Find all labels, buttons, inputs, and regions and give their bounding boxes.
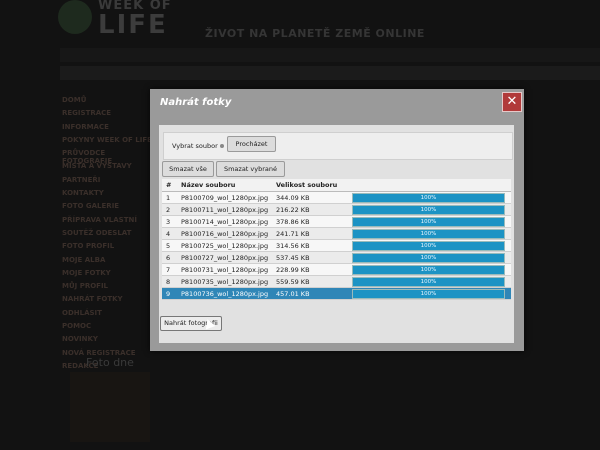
column-header-filesize: Velikost souboru — [276, 181, 338, 189]
row-number: 8 — [166, 278, 171, 286]
sidebar-menu-item: NOVINKY — [62, 335, 98, 344]
row-number: 7 — [166, 266, 171, 274]
row-number: 6 — [166, 254, 171, 262]
delete-selected-button[interactable]: Smazat vybrané — [216, 161, 285, 177]
row-number: 4 — [166, 230, 171, 238]
site-tagline: ŽIVOT NA PLANETĚ ZEMĚ ONLINE — [205, 27, 425, 40]
upload-progress-bar: 100% — [352, 253, 505, 263]
row-filename: P8100714_wol_1280px.jpg — [181, 218, 269, 226]
row-filename: P8100709_wol_1280px.jpg — [181, 194, 269, 202]
delete-all-button[interactable]: Smazat vše — [162, 161, 214, 177]
table-row[interactable]: 6 P8100727_wol_1280px.jpg 537.45 KB 100% — [162, 252, 511, 264]
table-row-selected[interactable]: 9 P8100736_wol_1280px.jpg 457.01 KB 100% — [162, 288, 511, 300]
table-row[interactable]: 4 P8100716_wol_1280px.jpg 241.71 KB 100% — [162, 228, 511, 240]
progress-text: 100% — [420, 195, 437, 201]
table-row[interactable]: 8 P8100735_wol_1280px.jpg 559.59 KB 100% — [162, 276, 511, 288]
table-row[interactable]: 2 P8100711_wol_1280px.jpg 216.22 KB 100% — [162, 204, 511, 216]
sidebar-menu-item: REGISTRACE — [62, 109, 112, 118]
upload-progress-bar: 100% — [352, 229, 505, 239]
table-row[interactable]: 5 P8100725_wol_1280px.jpg 314.56 KB 100% — [162, 240, 511, 252]
search-bar — [60, 66, 600, 80]
row-filesize: 314.56 KB — [276, 242, 310, 250]
required-dot-icon — [220, 144, 224, 148]
sidebar-menu-item: MŮJ PROFIL — [62, 282, 109, 291]
column-header-filename: Název souboru — [181, 181, 236, 189]
close-icon[interactable]: ✕ — [502, 92, 522, 112]
globe-icon — [58, 0, 92, 34]
upload-progress-bar: 100% — [352, 241, 505, 251]
sidebar-menu-item: KONTAKTY — [62, 189, 104, 198]
row-filesize: 537.45 KB — [276, 254, 310, 262]
photo-of-day-label: Foto dne — [86, 356, 134, 369]
upload-progress-bar: 100% — [352, 277, 505, 287]
sidebar-menu-item: POMOC — [62, 322, 92, 331]
row-filesize: 241.71 KB — [276, 230, 310, 238]
sidebar-menu-item: POKYNY WEEK OF LIFE — [62, 135, 152, 144]
table-row[interactable]: 3 P8100714_wol_1280px.jpg 378.86 KB 100% — [162, 216, 511, 228]
row-filesize: 228.99 KB — [276, 266, 310, 274]
row-filesize: 216.22 KB — [276, 206, 310, 214]
progress-text: 100% — [420, 255, 437, 261]
photo-of-day-thumb — [70, 372, 150, 442]
sidebar-menu-item: MOJE FOTKY — [62, 268, 111, 277]
row-number: 2 — [166, 206, 171, 214]
browse-button[interactable]: Procházet — [227, 136, 276, 152]
row-filesize: 559.59 KB — [276, 278, 310, 286]
sidebar-menu-item: SOUTĚŽ ODESLAT — [62, 228, 132, 237]
row-filename: P8100725_wol_1280px.jpg — [181, 242, 269, 250]
sidebar-menu: DOMŮ REGISTRACE INFORMACE POKYNY WEEK OF LI… — [62, 96, 152, 375]
row-number: 3 — [166, 218, 171, 226]
sidebar-menu-item: MOJE ALBA — [62, 255, 106, 264]
sidebar-menu-item: NAHRÁT FOTKY — [62, 295, 123, 304]
table-header: # Název souboru Velikost souboru — [162, 179, 511, 192]
sidebar-menu-item: FOTO PROFIL — [62, 242, 115, 251]
progress-text: 100% — [420, 291, 437, 297]
table-row[interactable]: 7 P8100731_wol_1280px.jpg 228.99 KB 100% — [162, 264, 511, 276]
row-filesize: 378.86 KB — [276, 218, 310, 226]
row-number: 1 — [166, 194, 171, 202]
table-rows: 1 P8100709_wol_1280px.jpg 344.09 KB 100%… — [162, 192, 511, 300]
dialog-body: Vybrat soubor Procházet Smazat vše Smaza… — [159, 125, 514, 343]
progress-text: 100% — [420, 279, 437, 285]
column-header-number: # — [166, 181, 172, 189]
sidebar-menu-item: FOTO GALERIE — [62, 202, 120, 211]
upload-progress-bar: 100% — [352, 193, 505, 203]
file-select-panel: Vybrat soubor Procházet — [163, 132, 513, 160]
sidebar-menu-item: INFORMACE — [62, 122, 109, 131]
progress-text: 100% — [420, 207, 437, 213]
top-nav-bar — [60, 48, 600, 62]
table-row[interactable]: 1 P8100709_wol_1280px.jpg 344.09 KB 100% — [162, 192, 511, 204]
upload-progress-bar: 100% — [352, 217, 505, 227]
row-filename: P8100731_wol_1280px.jpg — [181, 266, 269, 274]
sidebar-menu-item: DOMŮ — [62, 96, 87, 104]
logo-main-text: LIFE — [98, 10, 168, 40]
site-logo: WEEK OF LIFE — [58, 0, 188, 40]
file-table: # Název souboru Velikost souboru 1 P8100… — [162, 179, 511, 300]
row-filename: P8100716_wol_1280px.jpg — [181, 230, 269, 238]
dialog-title: Nahrát fotky — [160, 97, 232, 108]
row-filesize: 457.01 KB — [276, 290, 310, 298]
sidebar-menu-item: ODHLÁSIT — [62, 308, 102, 317]
row-number: 5 — [166, 242, 171, 250]
upload-progress-bar: 100% — [352, 205, 505, 215]
sidebar-menu-item: MÍSTA A VÝSTAVY — [62, 162, 132, 171]
progress-text: 100% — [420, 219, 437, 225]
row-filename: P8100735_wol_1280px.jpg — [181, 278, 269, 286]
row-filename: P8100736_wol_1280px.jpg — [181, 290, 269, 298]
row-filename: P8100727_wol_1280px.jpg — [181, 254, 269, 262]
row-number: 9 — [166, 290, 171, 298]
sidebar-menu-item: PŘÍPRAVA VLASTNÍ — [62, 215, 137, 224]
progress-text: 100% — [420, 243, 437, 249]
row-filename: P8100711_wol_1280px.jpg — [181, 206, 269, 214]
upload-progress-bar: 100% — [352, 289, 505, 299]
row-filesize: 344.09 KB — [276, 194, 310, 202]
upload-dialog: Nahrát fotky ✕ Vybrat soubor Procházet S… — [150, 89, 524, 351]
progress-text: 100% — [420, 231, 437, 237]
sidebar-menu-item: PRŮVODCE FOTOGRAFIE — [62, 149, 113, 166]
progress-text: 100% — [420, 267, 437, 273]
upload-progress-bar: 100% — [352, 265, 505, 275]
select-file-label: Vybrat soubor — [172, 142, 218, 150]
sidebar-menu-item: PARTNEŘI — [62, 175, 101, 184]
